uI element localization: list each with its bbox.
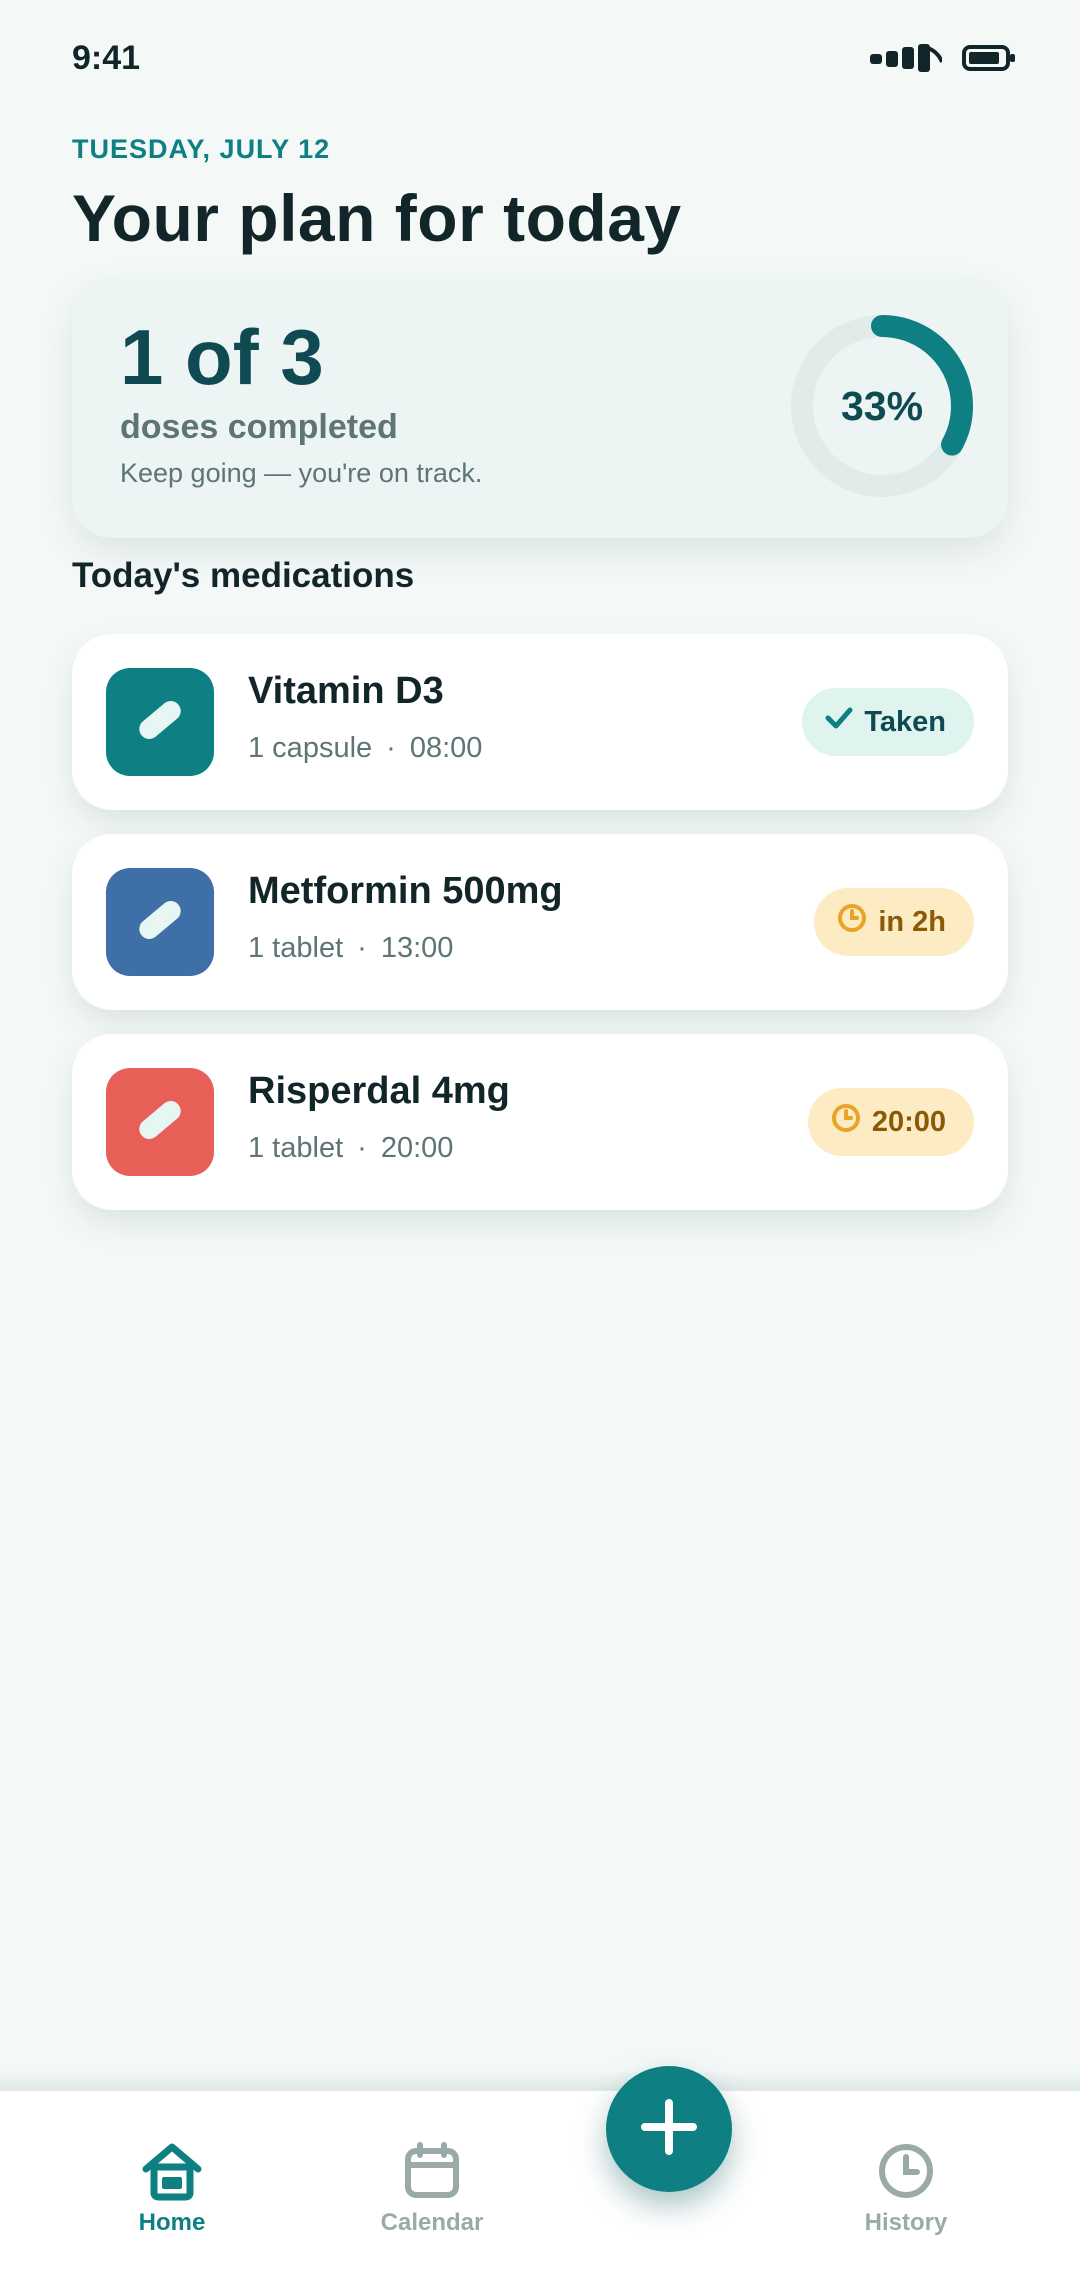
clock-icon [830,1102,862,1142]
progress-percent: 33% [840,382,924,429]
plus-icon [639,2097,699,2162]
medication-card-risperdal[interactable]: Risperdal 4mg 1 tablet · 20:00 20:00 [72,1034,1008,1210]
status-badge-label: Taken [864,705,946,738]
bottom-nav: Home Calendar History [0,2090,1080,2280]
medication-name: Metformin 500mg [248,870,563,912]
home-screen: 9:41 TUESDAY, JULY 12 Your plan for toda… [0,0,1080,2280]
medication-dose: 1 tablet [248,932,344,964]
meta-separator: · [386,732,396,764]
clock-icon [876,2141,936,2201]
status-badge-label: in 2h [878,905,946,938]
nav-label-calendar: Calendar [380,2209,484,2236]
medication-list: Vitamin D3 1 capsule · 08:00 Taken Metfo… [72,634,1008,1234]
date-label: TUESDAY, JULY 12 [72,134,331,164]
medication-card-vitamin-d3[interactable]: Vitamin D3 1 capsule · 08:00 Taken [72,634,1008,810]
nav-label-home: Home [138,2209,206,2236]
progress-count: 1 of 3 [120,313,324,401]
nav-label-history: History [864,2209,948,2236]
medication-dose: 1 tablet [248,1132,344,1164]
home-icon [140,2141,204,2201]
progress-card: 1 of 3 doses completed Keep going — you'… [72,278,1008,538]
nav-item-calendar[interactable]: Calendar [342,2141,522,2237]
pill-icon [128,688,192,757]
medication-time: 08:00 [409,732,483,764]
status-bar: 9:41 [72,38,1016,78]
med-icon-tile [106,868,214,976]
status-time: 9:41 [72,38,141,77]
calendar-icon [402,2141,462,2201]
signal-icon [870,44,942,72]
pill-icon [128,1088,192,1157]
nav-item-history[interactable]: History [816,2141,996,2237]
progress-ring: 33% [782,306,982,506]
med-icon-tile [106,1068,214,1176]
status-badge-label: 20:00 [871,1105,946,1138]
medication-name: Vitamin D3 [248,670,444,712]
battery-icon [962,44,1016,72]
section-title: Today's medications [72,556,415,595]
status-badge-upcoming[interactable]: 20:00 [807,1088,974,1156]
medication-dose: 1 capsule [248,732,373,764]
status-badge-taken[interactable]: Taken [802,688,974,756]
medication-time: 20:00 [380,1132,454,1164]
medication-meta: 1 capsule · 08:00 [248,732,482,765]
page-title: Your plan for today [72,181,682,255]
progress-hint: Keep going — you're on track. [120,458,483,488]
check-icon [824,703,854,741]
meta-separator: · [357,932,367,964]
bottom-nav-shadow [0,2070,1080,2090]
med-icon-tile [106,668,214,776]
status-badge-upcoming[interactable]: in 2h [814,888,974,956]
pill-icon [128,888,192,957]
medication-time: 13:00 [380,932,454,964]
clock-icon [836,902,868,942]
add-medication-button[interactable] [606,2066,732,2192]
progress-label: doses completed [120,408,398,446]
nav-item-home[interactable]: Home [82,2141,262,2237]
status-icons [870,44,1016,72]
medication-name: Risperdal 4mg [248,1070,510,1112]
medication-card-metformin[interactable]: Metformin 500mg 1 tablet · 13:00 in 2h [72,834,1008,1010]
medication-meta: 1 tablet · 13:00 [248,932,453,965]
medication-meta: 1 tablet · 20:00 [248,1132,453,1165]
meta-separator: · [357,1132,367,1164]
